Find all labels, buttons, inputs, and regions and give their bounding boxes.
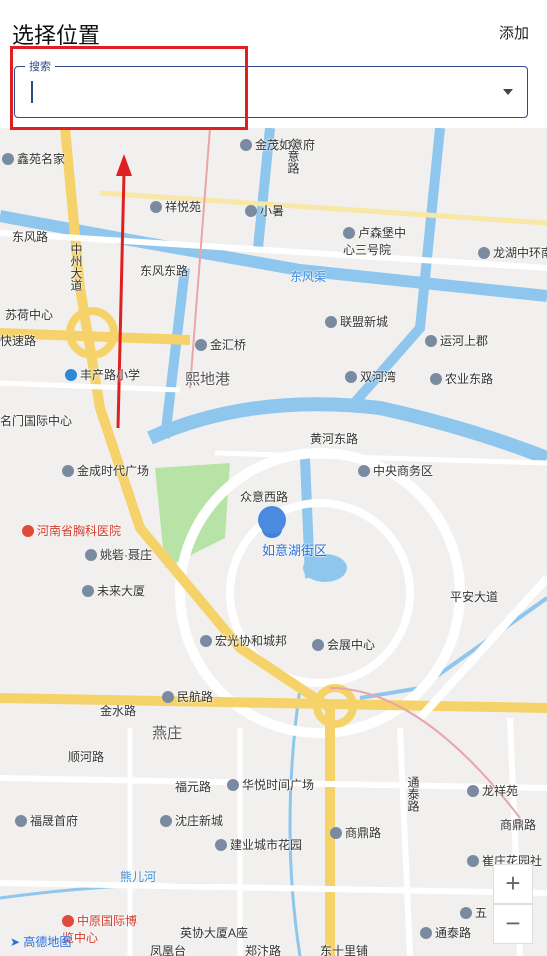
poi-label[interactable]: 龙湖中环南 [478,244,547,261]
marker-label: 如意湖街区 [262,543,328,558]
road-label: 熊儿河 [120,870,157,884]
poi-label[interactable]: 河南省胸科医院 [22,522,121,539]
map-logo: ➤ 高德地图 [10,935,72,949]
poi-label[interactable]: 华悦时间广场 [227,776,314,793]
poi-label[interactable]: 凤凰台 [150,942,186,956]
poi-label[interactable]: 卢森堡中心三号院 [343,224,413,258]
location-marker-head [258,506,286,534]
poi-label[interactable]: 苏荷中心 [5,306,53,323]
zoom-out-button[interactable]: − [493,904,533,944]
poi-label[interactable]: 运河上郡 [425,332,488,349]
poi-label[interactable]: 英协大厦A座 [180,924,248,941]
poi-label[interactable]: 会展中心 [312,636,375,653]
district-label: 燕庄 [152,725,183,742]
road-label: 福元路 [175,780,212,794]
poi-label[interactable]: 金成时代广场 [62,462,149,479]
road-label: 平安大道 [450,590,499,604]
poi-label[interactable]: 金汇桥 [195,336,246,353]
road-label: 众意西路 [240,490,289,504]
annotation-arrow-head [116,154,132,176]
poi-label[interactable]: 中原国际博览中心 [62,912,137,946]
road-label: 黄河东路 [310,432,359,446]
add-button[interactable]: 添加 [499,22,529,43]
poi-label[interactable]: 农业东路 [430,370,493,387]
poi-label[interactable]: 双河湾 [345,368,396,385]
road-label: 东风渠 [290,270,327,284]
poi-label[interactable]: 沈庄新城 [160,812,223,829]
poi-label[interactable]: 五 [460,904,487,921]
poi-label[interactable]: 龙祥苑 [467,782,518,799]
poi-label[interactable]: 名门国际中心 [0,412,72,429]
poi-label[interactable]: 建业城市花园 [215,836,302,853]
annotation-highlight-box [10,46,248,130]
poi-label[interactable]: 金茂如意府 [240,136,315,153]
poi-label[interactable]: 福晟首府 [15,812,78,829]
tongtai-road [397,727,413,956]
poi-label[interactable]: 商鼎路 [330,824,381,841]
poi-label[interactable]: 联盟新城 [325,313,388,330]
district-label: 熙地港 [185,371,231,388]
poi-label[interactable]: 郑汴路 [245,942,281,956]
road-label: 东风东路 [140,264,189,278]
road-label: 东风路 [12,230,49,244]
road-label: 中州大道 [69,243,83,291]
logo-arrow-icon: ➤ [10,935,21,949]
road-label: 通泰路 [406,776,420,812]
road-label: 商鼎路 [500,818,537,832]
poi-label[interactable]: 小暑 [245,202,284,219]
poi-label[interactable]: 民航路 [162,688,213,705]
poi-label[interactable]: 通泰路 [420,924,471,941]
canal-2 [160,267,190,439]
road-label: 快速路 [0,334,37,348]
poi-label[interactable]: 丰产路小学 [65,366,140,383]
poi-label[interactable]: 宏光协和城邦 [200,632,287,649]
canal-3 [346,128,445,412]
poi-label[interactable]: 未来大厦 [82,582,145,599]
jinshui-road [0,693,547,713]
poi-label[interactable]: 姚砦·聂庄 [85,546,152,563]
road-2 [0,380,181,393]
map-view[interactable]: 鑫苑名家 金茂如意府 祥悦苑 小暑 卢森堡中心三号院 龙湖中环南 苏荷中心 金汇… [0,128,547,956]
poi-label[interactable]: 中央商务区 [358,462,433,479]
poi-label[interactable]: 祥悦苑 [150,198,201,215]
road-label: 金水路 [100,704,137,718]
poi-label[interactable]: 鑫苑名家 [2,150,65,167]
poi-label[interactable]: 东十里铺 [320,942,368,956]
road-label: 众意路 [286,138,300,174]
road-label: 顺河路 [68,750,105,764]
dropdown-arrow-icon[interactable] [503,89,513,95]
zoom-in-button[interactable]: + [493,864,533,904]
